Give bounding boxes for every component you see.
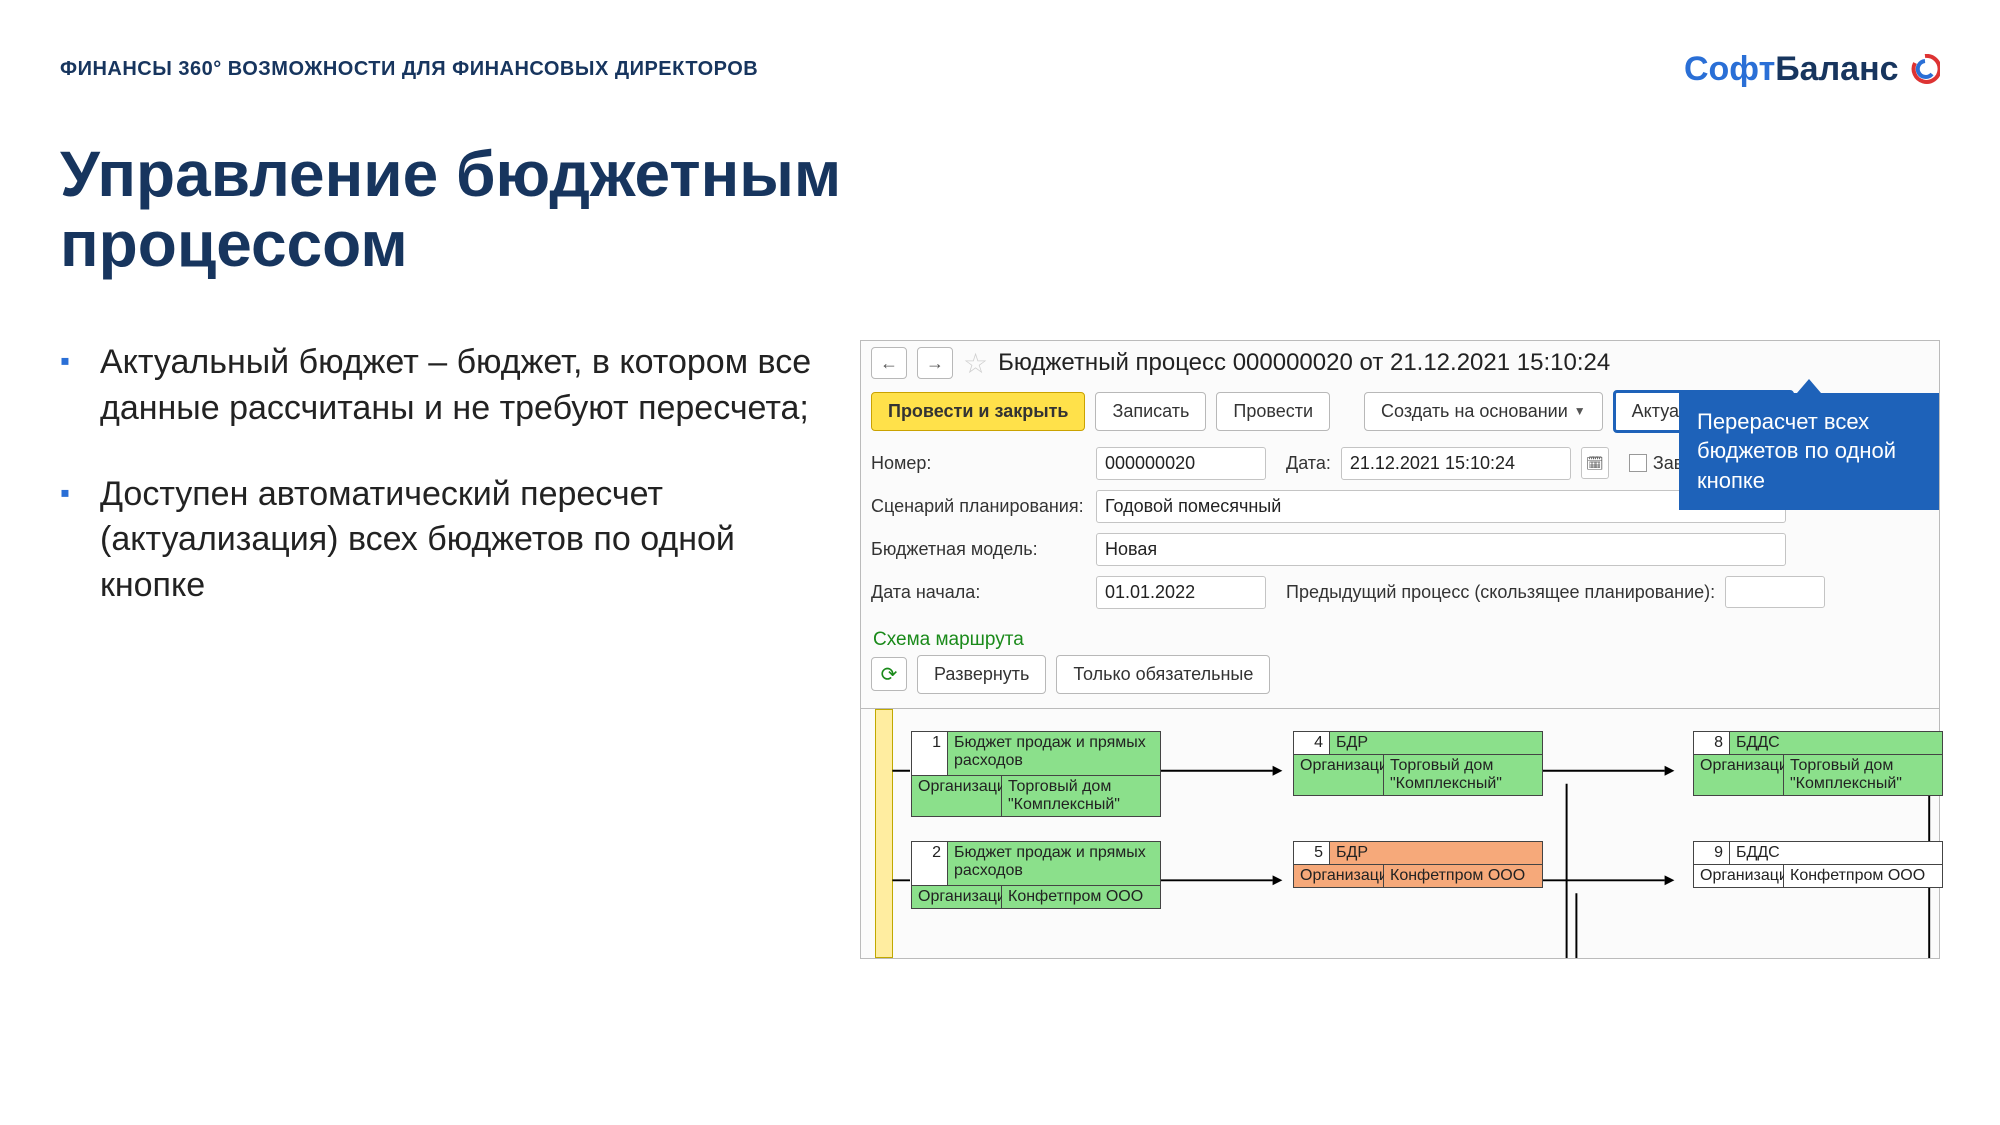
expand-button[interactable]: Развернуть [917, 655, 1046, 694]
field-label-prev-process: Предыдущий процесс (скользящее планирова… [1286, 582, 1715, 603]
node-title: БДР [1330, 732, 1542, 754]
node-org-value: Конфетпром ООО [1384, 865, 1542, 887]
logo-swirl-icon [1910, 54, 1940, 84]
node-org-value: Конфетпром ООО [1784, 865, 1942, 887]
post-and-close-button[interactable]: Провести и закрыть [871, 392, 1085, 431]
callout-tooltip: Перерасчет всех бюджетов по одной кнопке [1679, 393, 1939, 510]
route-diagram: 1Бюджет продаж и прямых расходов Организ… [861, 708, 1939, 958]
model-input[interactable]: Новая [1096, 533, 1786, 566]
node-number: 5 [1294, 842, 1330, 864]
logo-word-balance: Баланс [1775, 50, 1898, 88]
diagram-node[interactable]: 1Бюджет продаж и прямых расходов Организ… [911, 731, 1161, 817]
node-org-label: Организация [1694, 755, 1784, 795]
node-org-label: Организация [912, 886, 1002, 908]
nav-back-button[interactable]: ← [871, 347, 907, 379]
diagram-node[interactable]: 4БДР ОрганизацияТорговый дом "Комплексны… [1293, 731, 1543, 796]
node-title: БДР [1330, 842, 1542, 864]
bullet-item: Актуальный бюджет – бюджет, в котором вс… [60, 340, 820, 432]
node-number: 9 [1694, 842, 1730, 864]
mandatory-only-button[interactable]: Только обязательные [1056, 655, 1270, 694]
number-input[interactable]: 000000020 [1096, 447, 1266, 480]
calendar-icon[interactable]: 🗓 [1581, 447, 1609, 479]
field-label-number: Номер: [871, 453, 1086, 474]
save-button[interactable]: Записать [1095, 392, 1206, 431]
logo-word-soft: Софт [1684, 50, 1775, 88]
diagram-node[interactable]: 2Бюджет продаж и прямых расходов Организ… [911, 841, 1161, 909]
create-based-on-button[interactable]: Создать на основании ▼ [1364, 392, 1603, 431]
node-org-value: Конфетпром ООО [1002, 886, 1160, 908]
checkbox-box-icon [1629, 454, 1647, 472]
field-label-scenario: Сценарий планирования: [871, 496, 1086, 517]
node-number: 1 [912, 732, 948, 775]
diagram-rail [875, 709, 893, 958]
date-input[interactable]: 21.12.2021 15:10:24 [1341, 447, 1571, 480]
logo: СофтБаланс [1684, 50, 1940, 89]
refresh-button[interactable]: ⟳ [871, 657, 907, 691]
node-org-label: Организация [912, 776, 1002, 816]
node-title: БДДС [1730, 842, 1942, 864]
node-org-value: Торговый дом "Комплексный" [1784, 755, 1942, 795]
bullet-item: Доступен автоматический пересчет (актуал… [60, 472, 820, 610]
diagram-node[interactable]: 8БДДС ОрганизацияТорговый дом "Комплексн… [1693, 731, 1943, 796]
create-based-on-label: Создать на основании [1381, 401, 1568, 422]
node-number: 4 [1294, 732, 1330, 754]
node-org-value: Торговый дом "Комплексный" [1384, 755, 1542, 795]
prev-process-input[interactable] [1725, 576, 1825, 608]
diagram-node[interactable]: 5БДР ОрганизацияКонфетпром ООО [1293, 841, 1543, 888]
breadcrumb: ФИНАНСЫ 360° ВОЗМОЖНОСТИ ДЛЯ ФИНАНСОВЫХ … [60, 58, 758, 81]
field-label-date: Дата: [1286, 453, 1331, 474]
app-window: ← → ☆ Бюджетный процесс 000000020 от 21.… [860, 340, 1940, 959]
node-org-label: Организация [1294, 865, 1384, 887]
window-title: Бюджетный процесс 000000020 от 21.12.202… [998, 349, 1610, 377]
nav-forward-button[interactable]: → [917, 347, 953, 379]
node-title: Бюджет продаж и прямых расходов [948, 732, 1160, 775]
node-number: 8 [1694, 732, 1730, 754]
node-title: БДДС [1730, 732, 1942, 754]
post-button[interactable]: Провести [1216, 392, 1330, 431]
field-label-model: Бюджетная модель: [871, 539, 1086, 560]
refresh-icon: ⟳ [881, 662, 898, 687]
slide-title: Управление бюджетным процессом [60, 139, 960, 280]
scheme-link[interactable]: Схема маршрута [873, 629, 1024, 650]
node-number: 2 [912, 842, 948, 885]
diagram-node[interactable]: 9БДДС ОрганизацияКонфетпром ООО [1693, 841, 1943, 888]
start-date-input[interactable]: 01.01.2022 [1096, 576, 1266, 609]
field-label-start-date: Дата начала: [871, 582, 1086, 603]
node-title: Бюджет продаж и прямых расходов [948, 842, 1160, 885]
node-org-label: Организация [1694, 865, 1784, 887]
node-org-value: Торговый дом "Комплексный" [1002, 776, 1160, 816]
node-org-label: Организация [1294, 755, 1384, 795]
favorite-star-icon[interactable]: ☆ [963, 347, 988, 380]
chevron-down-icon: ▼ [1574, 404, 1586, 418]
